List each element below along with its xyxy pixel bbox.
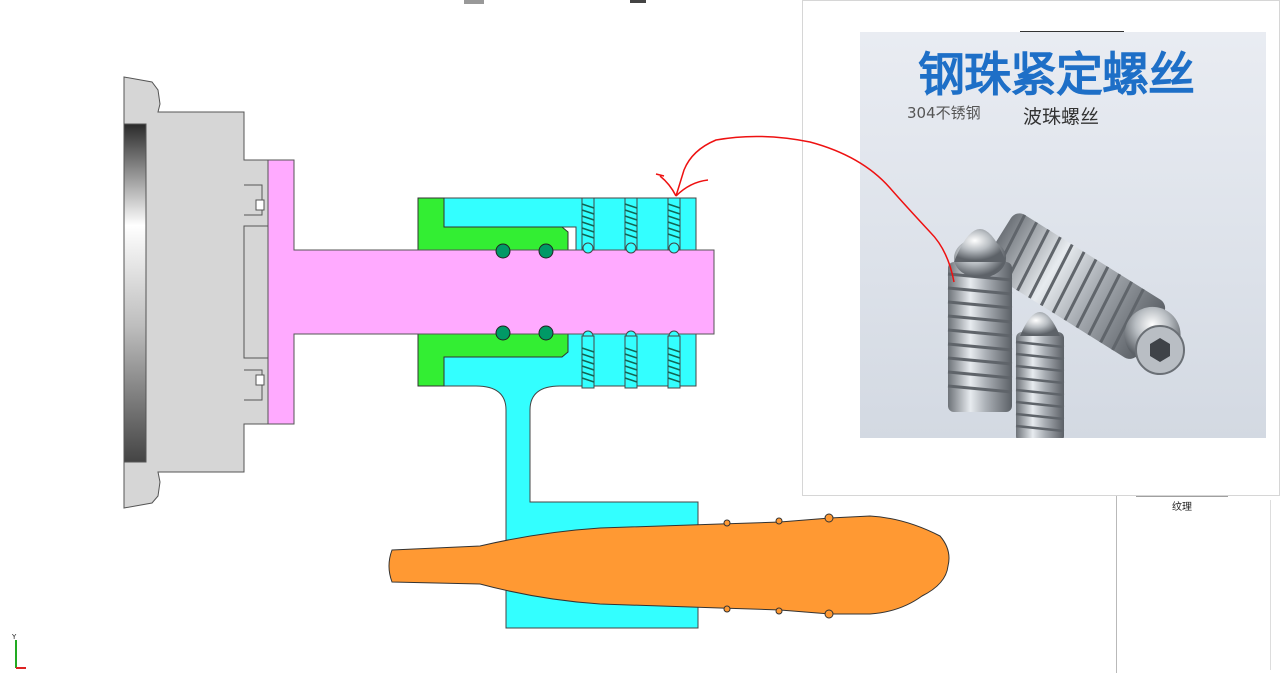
- axis-triad-icon: Y: [11, 633, 26, 669]
- axis-y-label: Y: [11, 633, 17, 641]
- red-arrow-annotation: [655, 135, 955, 283]
